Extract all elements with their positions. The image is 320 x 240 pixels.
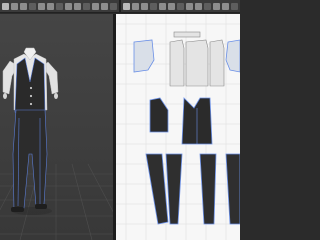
avatar-icon[interactable] xyxy=(92,2,99,10)
pattern-shirt-front-right[interactable] xyxy=(209,39,225,87)
pattern-canvas-2d[interactable] xyxy=(116,14,240,240)
pattern-trouser-back-right[interactable] xyxy=(199,153,217,225)
pattern-trouser-front-right[interactable] xyxy=(225,153,240,225)
viewport-3d[interactable] xyxy=(0,14,113,240)
light-icon[interactable] xyxy=(83,2,90,10)
symmetry-icon[interactable] xyxy=(222,2,229,10)
circle-icon[interactable] xyxy=(168,2,175,10)
free-sewing-icon[interactable] xyxy=(195,2,202,10)
hand-right xyxy=(54,93,58,99)
garment-design-app xyxy=(0,0,240,240)
toolbar-3d xyxy=(0,0,119,12)
pattern-trouser-back-left[interactable] xyxy=(165,153,183,225)
trace-icon[interactable] xyxy=(213,2,220,10)
pattern-sleeve-left[interactable] xyxy=(133,39,155,73)
pattern-vest-back[interactable] xyxy=(149,97,169,133)
pattern-trouser-front-left[interactable] xyxy=(145,153,169,225)
brush-tool-icon[interactable] xyxy=(56,2,63,10)
rectangle-icon[interactable] xyxy=(159,2,166,10)
hand-left xyxy=(3,93,7,99)
foot-right xyxy=(35,204,47,209)
pin-tool-icon[interactable] xyxy=(38,2,45,10)
transform-pattern-icon[interactable] xyxy=(123,2,130,10)
select-tool-icon[interactable] xyxy=(2,2,9,10)
internal-line-icon[interactable] xyxy=(177,2,184,10)
fold-tool-icon[interactable] xyxy=(29,2,36,10)
view-icon[interactable] xyxy=(231,2,238,10)
simulation-icon[interactable] xyxy=(101,2,108,10)
fold-arrangement-icon[interactable] xyxy=(204,2,211,10)
toolbar xyxy=(0,0,240,13)
pattern-shirt-back[interactable] xyxy=(185,39,209,87)
pattern-window-2d[interactable] xyxy=(116,14,240,240)
segment-sewing-icon[interactable] xyxy=(186,2,193,10)
camera-icon[interactable] xyxy=(74,2,81,10)
pattern-shirt-front-left[interactable] xyxy=(169,39,185,87)
polygon-icon[interactable] xyxy=(150,2,157,10)
viewport-3d-canvas[interactable] xyxy=(0,14,113,240)
dressed-avatar[interactable] xyxy=(2,47,59,212)
pattern-sleeve-right[interactable] xyxy=(225,39,240,73)
measure-tool-icon[interactable] xyxy=(65,2,72,10)
edit-curve-icon[interactable] xyxy=(141,2,148,10)
settings-icon[interactable] xyxy=(110,2,117,10)
toolbar-2d xyxy=(119,0,240,12)
tack-tool-icon[interactable] xyxy=(47,2,54,10)
move-tool-icon[interactable] xyxy=(11,2,18,10)
rotate-tool-icon[interactable] xyxy=(20,2,27,10)
foot-left xyxy=(11,207,24,212)
edit-point-icon[interactable] xyxy=(132,2,139,10)
pattern-collar[interactable] xyxy=(173,31,201,38)
